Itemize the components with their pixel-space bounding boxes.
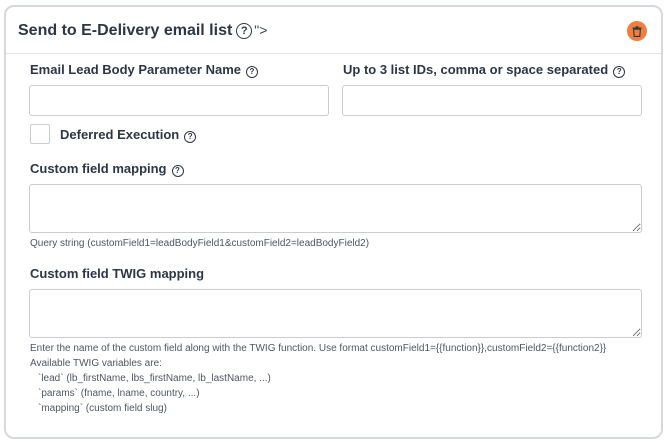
custom-mapping-help: Query string (customField1=leadBodyField… bbox=[30, 238, 370, 249]
twig-help-line: Available TWIG variables are: bbox=[30, 358, 162, 369]
deferred-execution-label-text: Deferred Execution bbox=[60, 127, 180, 142]
help-icon[interactable]: ? bbox=[613, 66, 626, 78]
card-title: Send to E-Delivery email list? "> bbox=[18, 22, 267, 40]
twig-help-line: Enter the name of the custom field along… bbox=[30, 343, 607, 354]
custom-mapping-label-text: Custom field mapping bbox=[30, 161, 167, 176]
twig-mapping-label: Custom field TWIG mapping bbox=[30, 266, 204, 281]
twig-help-line: `params` (fname, lname, country, ...) bbox=[38, 388, 200, 399]
deferred-execution-label: Deferred Execution? bbox=[60, 127, 197, 143]
list-ids-label-text: Up to 3 list IDs, comma or space separat… bbox=[343, 62, 609, 77]
deferred-execution-checkbox[interactable] bbox=[30, 124, 50, 144]
list-ids-label: Up to 3 list IDs, comma or space separat… bbox=[343, 62, 626, 78]
help-icon[interactable]: ? bbox=[236, 23, 253, 39]
title-stray-markup: "> bbox=[254, 22, 268, 38]
help-icon[interactable]: ? bbox=[184, 131, 197, 143]
twig-mapping-label-text: Custom field TWIG mapping bbox=[30, 266, 205, 281]
email-param-label-text: Email Lead Body Parameter Name bbox=[30, 62, 241, 77]
twig-help-line: `lead` (lb_firstName, lbs_firstName, lb_… bbox=[38, 373, 271, 384]
trash-icon bbox=[632, 25, 642, 37]
e-delivery-action-card: Send to E-Delivery email list? "> Email L… bbox=[4, 5, 663, 439]
email-param-input[interactable] bbox=[29, 85, 329, 116]
help-icon[interactable]: ? bbox=[245, 66, 258, 78]
card-title-text: Send to E-Delivery email list bbox=[18, 22, 233, 39]
help-icon[interactable]: ? bbox=[171, 165, 184, 177]
list-ids-input[interactable] bbox=[342, 85, 642, 116]
twig-mapping-help: Enter the name of the custom field along… bbox=[30, 341, 606, 416]
twig-mapping-textarea[interactable] bbox=[29, 289, 642, 338]
twig-help-line: `mapping` (custom field slug) bbox=[38, 403, 167, 414]
custom-mapping-label: Custom field mapping? bbox=[30, 161, 184, 177]
card-header: Send to E-Delivery email list? "> bbox=[6, 7, 661, 54]
email-param-label: Email Lead Body Parameter Name? bbox=[30, 62, 258, 78]
custom-mapping-textarea[interactable] bbox=[29, 184, 642, 233]
delete-button[interactable] bbox=[627, 21, 647, 41]
